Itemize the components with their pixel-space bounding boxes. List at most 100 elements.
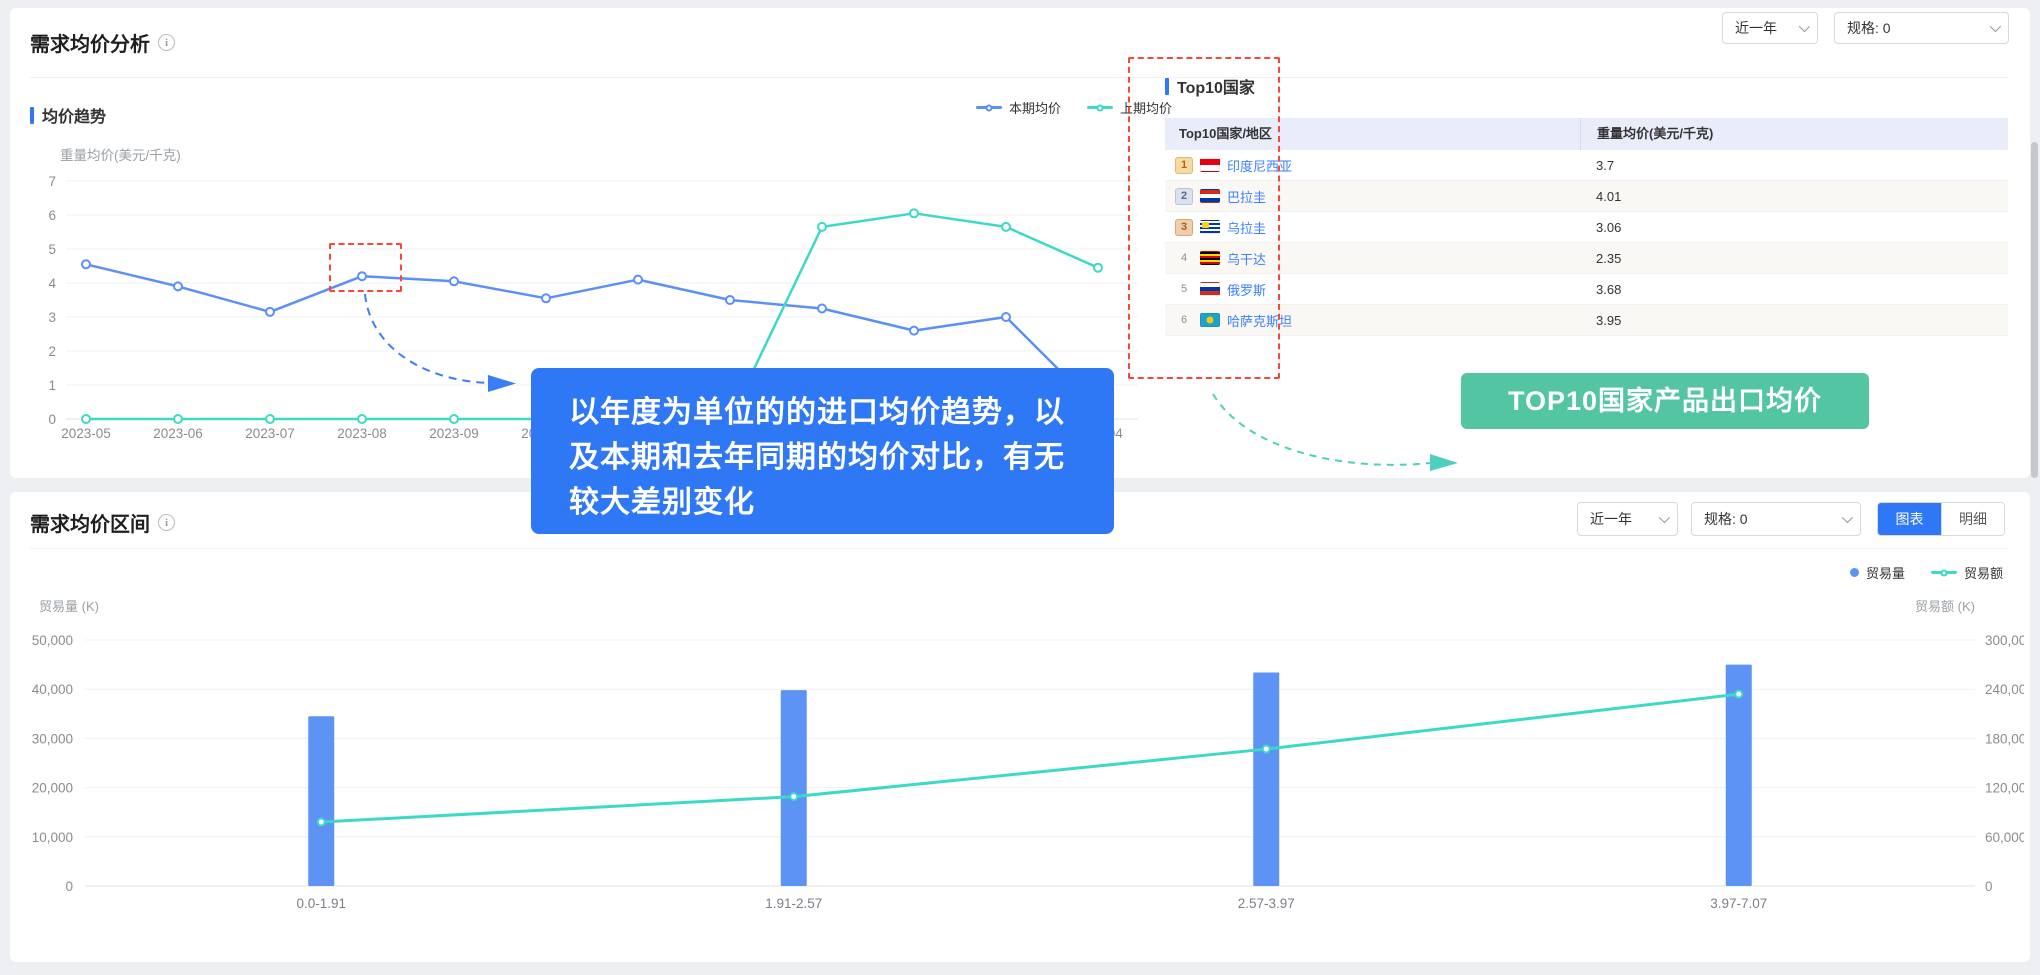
right-y-tick-label: 180,000 — [1985, 731, 2024, 746]
country-link[interactable]: 哈萨克斯坦 — [1227, 311, 1292, 330]
table-row: 4乌干达2.35 — [1165, 243, 2008, 274]
chevron-down-icon — [1990, 21, 2001, 32]
table-header-row: Top10国家/地区 重量均价(美元/千克) — [1165, 118, 2008, 150]
avg-price-value: 4.01 — [1580, 189, 2008, 204]
top10-section-text: Top10国家 — [1177, 74, 1255, 98]
spec-dropdown-2-value: 规格: 0 — [1704, 509, 1748, 529]
legend-label: 上期均价 — [1120, 98, 1172, 117]
section-accent-bar — [1165, 78, 1169, 95]
range-chart-legend: 贸易量 贸易额 — [1850, 563, 2003, 582]
x-category-label: 3.97-7.07 — [1710, 896, 1767, 911]
x-category-label: 0.0-1.91 — [296, 896, 346, 911]
rank-badge: 6 — [1175, 312, 1193, 329]
legend-line-icon — [1087, 106, 1113, 109]
y-tick-label: 2 — [48, 344, 56, 359]
uruguay-flag-icon — [1200, 220, 1220, 234]
y-tick-label: 1 — [48, 378, 56, 393]
right-y-tick-label: 120,000 — [1985, 781, 2024, 796]
legend-item-贸易量[interactable]: 贸易量 — [1850, 563, 1905, 582]
country-link[interactable]: 俄罗斯 — [1227, 280, 1266, 299]
x-category-label: 1.91-2.57 — [765, 896, 822, 911]
left-y-tick-label: 40,000 — [32, 682, 73, 697]
y-tick-label: 5 — [48, 242, 56, 257]
left-y-tick-label: 0 — [65, 879, 73, 894]
country-link[interactable]: 乌拉圭 — [1227, 218, 1266, 237]
rank-badge: 3 — [1175, 219, 1193, 236]
y-tick-label: 0 — [48, 412, 56, 427]
x-tick-label: 2023-07 — [245, 426, 295, 441]
x-tick-label: 2023-09 — [429, 426, 479, 441]
y-tick-label: 6 — [48, 208, 56, 223]
left-axis-title: 贸易量 (K) — [39, 596, 99, 615]
chevron-down-icon — [1799, 21, 1810, 32]
period-dropdown-2[interactable]: 近一年 — [1577, 502, 1678, 536]
right-y-tick-label: 300,000 — [1985, 633, 2024, 648]
x-tick-label: 2023-05 — [61, 426, 111, 441]
rank-badge: 5 — [1175, 281, 1193, 298]
country-link[interactable]: 巴拉圭 — [1227, 187, 1266, 206]
top10-section-label: Top10国家 — [1165, 74, 1255, 98]
divider — [30, 548, 2008, 549]
period-dropdown[interactable]: 近一年 — [1722, 12, 1818, 44]
x-category-label: 2.57-3.97 — [1238, 896, 1295, 911]
detail-view-button[interactable]: 明细 — [1941, 503, 2004, 535]
column-header-country: Top10国家/地区 — [1165, 118, 1580, 150]
avg-price-value: 3.7 — [1580, 158, 2008, 173]
country-link[interactable]: 印度尼西亚 — [1227, 156, 1292, 175]
country-link[interactable]: 乌干达 — [1227, 249, 1266, 268]
vertical-scrollbar[interactable] — [2031, 142, 2038, 478]
x-tick-label: 2023-06 — [153, 426, 203, 441]
legend-label: 本期均价 — [1009, 98, 1061, 117]
period-dropdown-2-value: 近一年 — [1590, 509, 1632, 529]
rank-badge: 1 — [1175, 157, 1193, 174]
legend-dot-icon — [1850, 568, 1859, 577]
view-toggle: 图表 明细 — [1877, 502, 2005, 536]
top10-countries-table: Top10国家/地区 重量均价(美元/千克) 1 印度尼西亚 3.7 2 巴拉圭 4.01… — [1165, 118, 2008, 336]
chart-view-button[interactable]: 图表 — [1878, 503, 1941, 535]
table-row: 5 俄罗斯 3.68 — [1165, 274, 2008, 305]
legend-label: 贸易量 — [1866, 563, 1905, 582]
table-row: 3 乌拉圭 3.06 — [1165, 212, 2008, 243]
column-header-avg-price: 重量均价(美元/千克) — [1580, 118, 2008, 150]
legend-line-icon — [976, 106, 1002, 109]
price-range-chart: 0010,00060,00020,000120,00030,000180,000… — [10, 630, 2024, 930]
avg-price-value: 3.06 — [1580, 220, 2008, 235]
chevron-down-icon — [1659, 512, 1670, 523]
x-tick-label: 2023-08 — [337, 426, 387, 441]
legend-item-本期均价[interactable]: 本期均价 — [976, 98, 1061, 117]
kazakhstan-flag-icon — [1200, 313, 1220, 327]
trade-volume-bar[interactable] — [1253, 672, 1279, 886]
paraguay-flag-icon — [1200, 189, 1220, 203]
right-y-tick-label: 60,000 — [1985, 830, 2024, 845]
period-dropdown-value: 近一年 — [1735, 18, 1777, 38]
avg-price-value: 2.35 — [1580, 251, 2008, 266]
y-axis-title: 重量均价(美元/千克) — [60, 148, 181, 163]
table-row: 1 印度尼西亚 3.7 — [1165, 150, 2008, 181]
rank-badge: 2 — [1175, 188, 1193, 205]
panel1-title: 需求均价分析 — [30, 28, 150, 57]
spec-dropdown[interactable]: 规格: 0 — [1834, 12, 2009, 44]
left-y-tick-label: 50,000 — [32, 633, 73, 648]
legend-item-上期均价[interactable]: 上期均价 — [1087, 98, 1172, 117]
info-icon[interactable]: i — [158, 514, 175, 531]
panel2-title: 需求均价区间 — [30, 508, 150, 537]
trade-volume-bar[interactable] — [781, 690, 807, 886]
y-tick-label: 7 — [48, 174, 56, 189]
chevron-down-icon — [1842, 512, 1853, 523]
avg-price-value: 3.68 — [1580, 282, 2008, 297]
spec-dropdown-2[interactable]: 规格: 0 — [1691, 502, 1861, 536]
legend-item-贸易额[interactable]: 贸易额 — [1931, 563, 2003, 582]
table-row: 2 巴拉圭 4.01 — [1165, 181, 2008, 212]
spec-dropdown-value: 规格: 0 — [1847, 18, 1891, 38]
russia-flag-icon — [1200, 282, 1220, 296]
trade-volume-bar[interactable] — [308, 716, 334, 886]
info-icon[interactable]: i — [158, 34, 175, 51]
right-y-tick-label: 240,000 — [1985, 682, 2024, 697]
table-body: 1印度尼西亚3.72巴拉圭4.013乌拉圭3.064乌干达2.355俄罗斯3.6… — [1165, 150, 2008, 336]
uganda-flag-icon — [1200, 251, 1220, 265]
legend-label: 贸易额 — [1964, 563, 2003, 582]
table-row: 6 哈萨克斯坦 3.95 — [1165, 305, 2008, 336]
indonesia-flag-icon — [1200, 158, 1220, 172]
right-axis-title: 贸易额 (K) — [1915, 596, 1975, 615]
avg-price-value: 3.95 — [1580, 313, 2008, 328]
